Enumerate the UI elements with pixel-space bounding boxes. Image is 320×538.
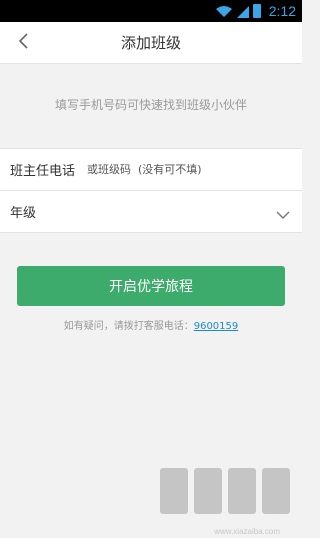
wifi-icon — [215, 5, 233, 17]
teacher-phone-input[interactable] — [87, 154, 290, 185]
teacher-phone-label: 班主任电话 — [10, 164, 76, 179]
service-phone-link[interactable]: 9600159 — [194, 321, 239, 332]
chevron-down-icon — [276, 205, 290, 224]
help-text: 如有疑问，请拨打客服电话： — [63, 321, 194, 332]
signal-icon — [236, 5, 249, 18]
page-title: 添加班级 — [120, 34, 181, 52]
grade-select[interactable]: 年级 — [0, 191, 302, 233]
class-form: 班主任电话 年级 — [0, 148, 302, 233]
title-bar: 添加班级 — [0, 22, 302, 64]
back-button[interactable] — [10, 30, 36, 56]
watermark-logo — [156, 462, 296, 530]
hint-text: 填写手机号码可快速找到班级小伙伴 — [54, 98, 247, 112]
chevron-left-icon — [17, 33, 29, 53]
watermark-text: www.xiazaiba.com — [214, 527, 280, 536]
grade-label: 年级 — [10, 206, 37, 221]
status-bar: 2:12 — [0, 0, 302, 22]
teacher-phone-row: 班主任电话 — [0, 149, 302, 191]
status-time: 2:12 — [268, 3, 296, 19]
start-journey-button[interactable]: 开启优学旅程 — [17, 266, 285, 306]
battery-icon — [252, 4, 261, 18]
help-line: 如有疑问，请拨打客服电话：9600159 — [0, 317, 302, 332]
add-class-screen: 2:12 添加班级 填写手机号码可快速找到班级小伙伴 班主任电话 年级 — [0, 0, 302, 538]
